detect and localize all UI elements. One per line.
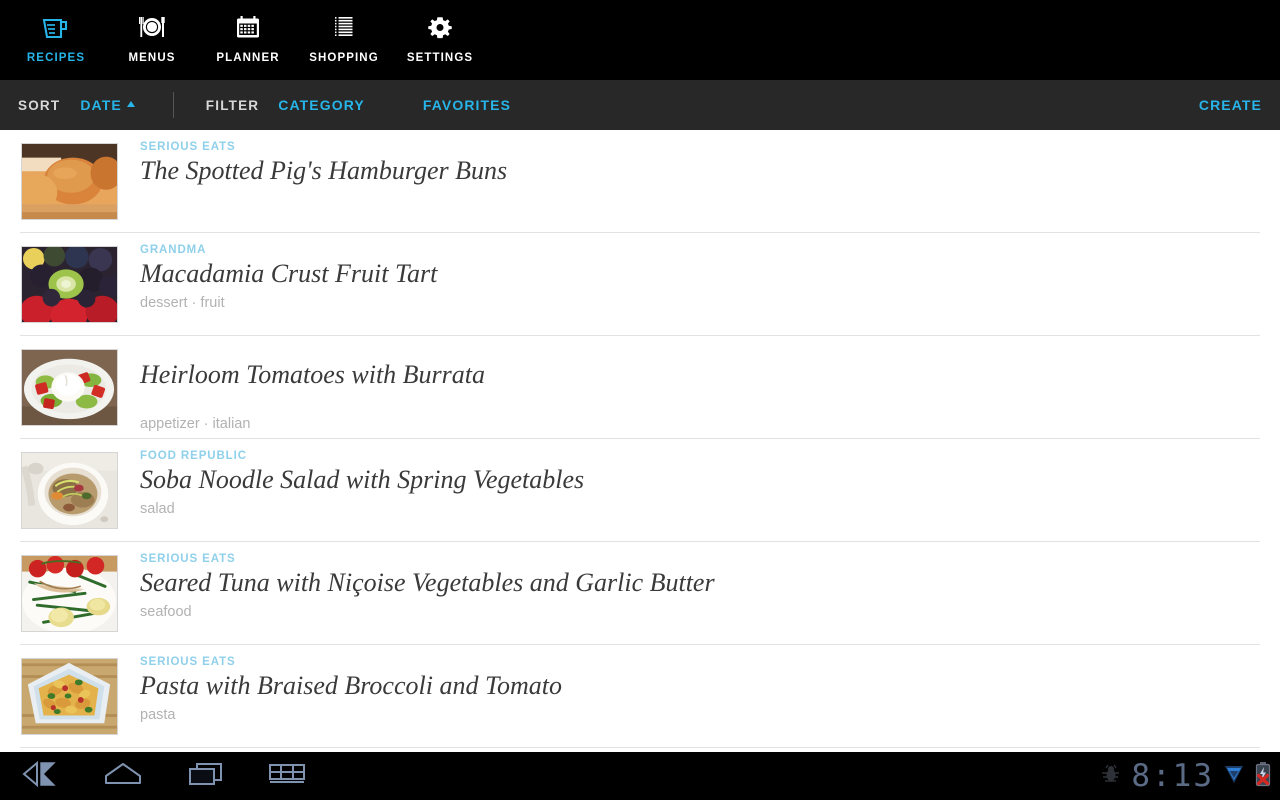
recipe-text-block: Heirloom Tomatoes with Burrata appetizer… [140,336,1280,439]
nav-item-settings[interactable]: SETTINGS [392,0,488,80]
table-row[interactable]: Heirloom Tomatoes with Burrata appetizer… [0,336,1280,439]
table-row[interactable]: SERIOUS EATS The Spotted Pig's Hamburger… [0,130,1280,233]
recipe-title: Soba Noodle Salad with Spring Vegetables [140,465,585,494]
list-lines-icon [329,10,359,46]
recipe-source: GRANDMA [140,244,207,256]
recipe-tags: appetizer · italian [140,416,251,432]
recipe-app-window: RECIPES MENUS PLANNER SHOPPING SETTINGS … [0,0,1280,800]
recipe-title: The Spotted Pig's Hamburger Buns [140,156,508,185]
battery-error-icon [1254,761,1272,792]
recipe-text-block: SERIOUS EATS Seared Tuna with Niçoise Ve… [140,542,1280,645]
filter-category-label: CATEGORY [278,97,365,113]
nav-item-shopping[interactable]: SHOPPING [296,0,392,80]
recipe-title: Seared Tuna with Niçoise Vegetables and … [140,568,715,597]
soba-noodle-salad-photo [21,452,118,529]
filter-favorites-button[interactable]: FAVORITES [423,97,511,113]
back-button[interactable] [0,752,82,800]
signal-triangle-icon [1223,762,1245,791]
nav-item-menus[interactable]: MENUS [104,0,200,80]
filter-label: FILTER [205,97,260,113]
hamburger-buns-photo [21,143,118,220]
sort-date-label: DATE [80,97,122,113]
table-row[interactable]: SERIOUS EATS Seared Tuna with Niçoise Ve… [0,542,1280,645]
recipe-source: FOOD REPUBLIC [140,450,247,462]
table-row[interactable]: SERIOUS EATS Pasta with Braised Broccoli… [0,645,1280,748]
nav-label-menus: MENUS [128,52,176,64]
recipe-source: SERIOUS EATS [140,553,236,565]
nav-item-planner[interactable]: PLANNER [200,0,296,80]
filter-category-button[interactable]: CATEGORY [278,97,365,113]
create-button[interactable]: CREATE [1199,97,1262,113]
recipe-title: Pasta with Braised Broccoli and Tomato [140,671,563,700]
recipe-title: Macadamia Crust Fruit Tart [140,259,438,288]
plate-cutlery-icon [137,10,167,46]
system-clock: 8:13 [1131,757,1214,794]
calendar-icon [233,10,263,46]
recipe-source: SERIOUS EATS [140,141,236,153]
recent-apps-button[interactable] [164,752,246,800]
pasta-broccoli-photo [21,658,118,735]
system-status-area: 8:13 [1100,752,1272,800]
filter-favorites-label: FAVORITES [422,97,512,113]
toolbar-divider [172,92,174,118]
recipe-text-block: FOOD REPUBLIC Soba Noodle Salad with Spr… [140,439,1280,542]
measuring-cup-icon [41,10,71,46]
gear-icon [425,10,455,46]
back-arrow-icon [21,760,61,792]
nav-label-shopping: SHOPPING [309,52,379,64]
sort-filter-toolbar: SORT DATE FILTER CATEGORY FAVORITES CREA… [0,80,1280,130]
recipe-source: SERIOUS EATS [140,656,236,668]
nav-label-planner: PLANNER [216,52,280,64]
recent-apps-icon [185,761,225,792]
table-row[interactable]: GRANDMA Macadamia Crust Fruit Tart desse… [0,233,1280,336]
nav-label-recipes: RECIPES [26,52,86,64]
fruit-tart-photo [21,246,118,323]
keyboard-button[interactable] [246,752,328,800]
keyboard-icon [266,761,308,792]
recipe-tags: seafood [140,604,192,620]
top-navigation-bar: RECIPES MENUS PLANNER SHOPPING SETTINGS [0,0,1280,80]
home-button[interactable] [82,752,164,800]
home-icon [102,761,144,792]
tomatoes-burrata-photo [21,349,118,426]
table-row[interactable]: FOOD REPUBLIC Soba Noodle Salad with Spr… [0,439,1280,542]
sort-label: SORT [18,97,61,113]
caret-up-icon [126,101,135,107]
nav-label-settings: SETTINGS [406,52,474,64]
recipe-tags: pasta [140,707,176,723]
seared-tuna-photo [21,555,118,632]
recipe-title: Heirloom Tomatoes with Burrata [140,360,486,389]
sort-date-button[interactable]: DATE [80,97,135,113]
bug-icon [1100,763,1122,790]
android-system-bar: 8:13 [0,752,1280,800]
recipe-text-block: SERIOUS EATS The Spotted Pig's Hamburger… [140,130,1280,233]
nav-item-recipes[interactable]: RECIPES [8,0,104,80]
recipe-text-block: SERIOUS EATS Pasta with Braised Broccoli… [140,645,1280,748]
recipe-text-block: GRANDMA Macadamia Crust Fruit Tart desse… [140,233,1280,336]
recipe-list[interactable]: SERIOUS EATS The Spotted Pig's Hamburger… [0,130,1280,752]
recipe-tags: salad [140,501,175,517]
recipe-tags: dessert · fruit [140,295,225,311]
